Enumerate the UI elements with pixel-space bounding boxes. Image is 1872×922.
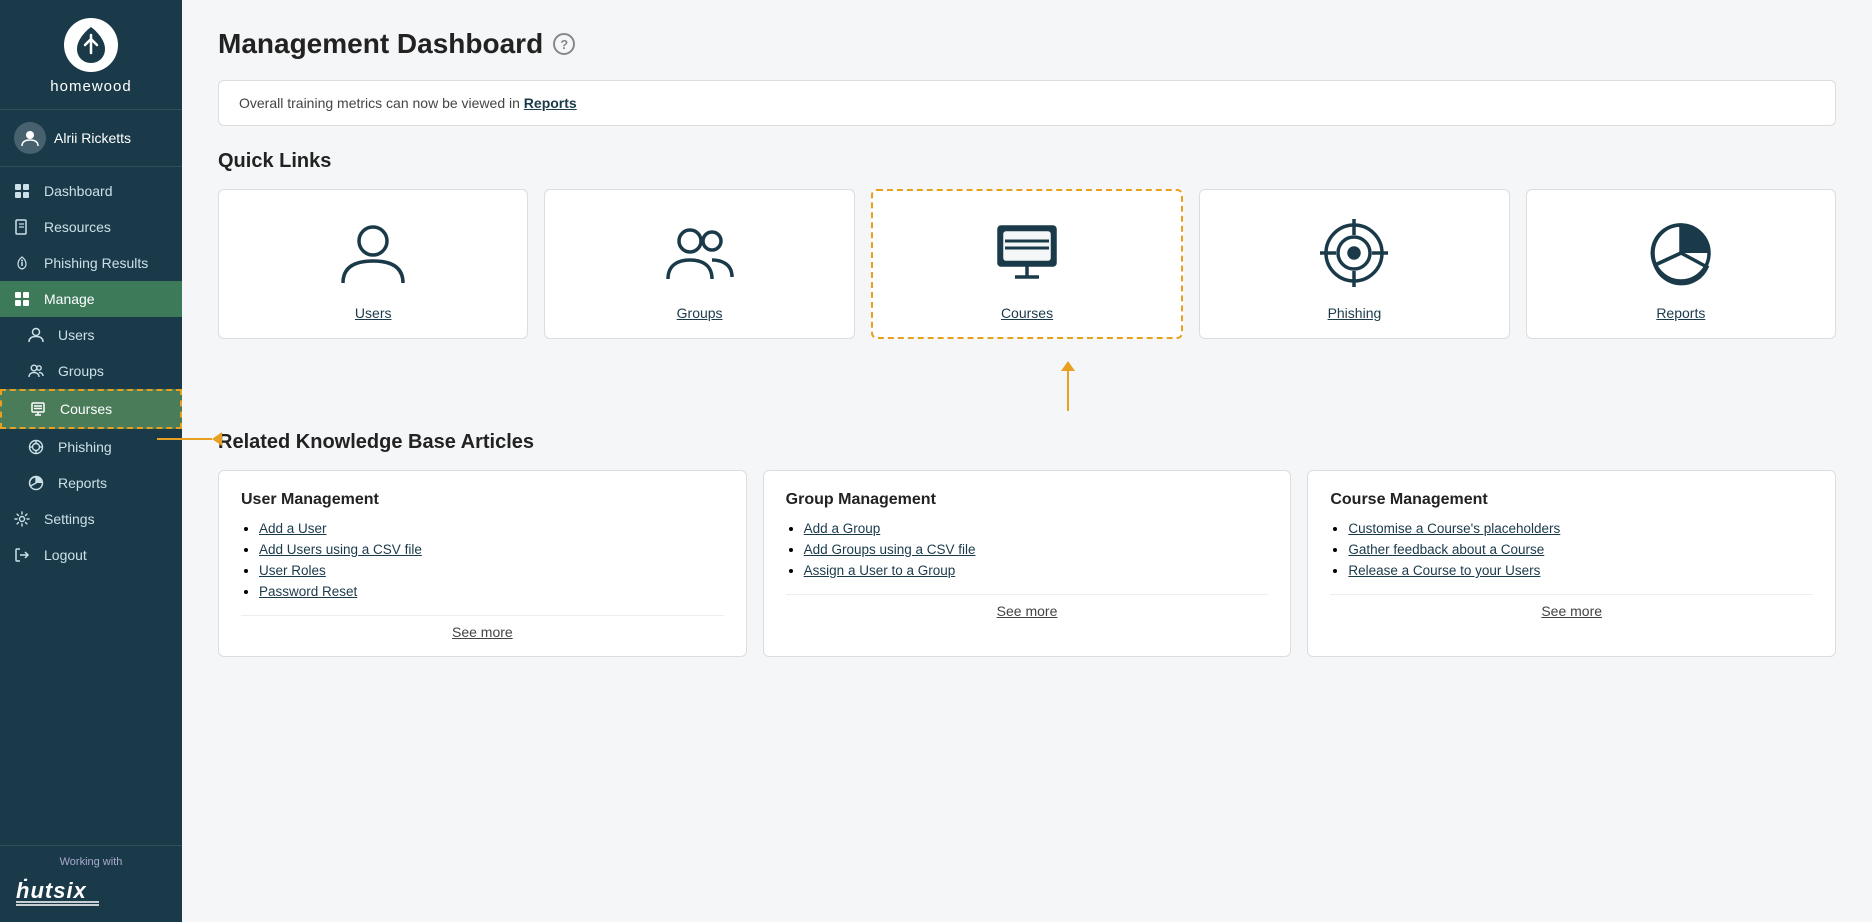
working-with-text: Working with [14,856,168,868]
quick-link-groups[interactable]: Groups [544,189,854,339]
sidebar-item-settings[interactable]: Settings [0,501,182,537]
kb-course-management-see-more[interactable]: See more [1330,594,1813,619]
kb-link-add-group[interactable]: Add a Group [804,521,881,536]
kb-course-management-title: Course Management [1330,491,1813,509]
sidebar-item-resources[interactable]: Resources [0,209,182,245]
groups-quick-icon [664,213,736,293]
grid-icon [14,183,34,199]
svg-text:ḣutsix: ḣutsix [16,878,87,903]
kb-group-management-see-more[interactable]: See more [786,594,1269,619]
logo-text: homewood [50,78,131,95]
kb-link-password-reset[interactable]: Password Reset [259,584,357,599]
quick-link-users-label: Users [355,305,392,321]
sidebar-item-users-label: Users [58,327,95,343]
kb-card-user-management: User Management Add a User Add Users usi… [218,470,747,657]
sidebar-courses-arrow [157,432,222,446]
book-icon [14,219,34,235]
kb-section-title: Related Knowledge Base Articles [218,431,1836,454]
kb-link-user-roles[interactable]: User Roles [259,563,326,578]
user-icon [28,327,48,343]
quick-links-title: Quick Links [218,150,1836,173]
sidebar-item-phishing[interactable]: Phishing [0,429,182,465]
info-banner-reports-link[interactable]: Reports [524,95,577,111]
sidebar-item-reports[interactable]: Reports [0,465,182,501]
quick-link-phishing[interactable]: Phishing [1199,189,1509,339]
manage-icon [14,291,34,307]
sidebar-item-groups[interactable]: Groups [0,353,182,389]
kb-link-add-users-csv[interactable]: Add Users using a CSV file [259,542,422,557]
sidebar-item-reports-label: Reports [58,475,107,491]
target-icon [28,439,48,455]
kb-link-assign-user-group[interactable]: Assign a User to a Group [804,563,956,578]
quick-link-phishing-label: Phishing [1328,305,1382,321]
reports-icon [28,475,48,491]
sidebar-logo: homewood [0,0,182,110]
sidebar-item-groups-label: Groups [58,363,104,379]
reports-quick-icon [1645,213,1717,293]
sidebar-item-users[interactable]: Users [0,317,182,353]
kb-card-course-management: Course Management Customise a Course's p… [1307,470,1836,657]
quick-link-reports-label: Reports [1656,305,1705,321]
sidebar-item-dashboard-label: Dashboard [44,183,113,199]
sidebar-item-courses-label: Courses [60,401,112,417]
sidebar-nav: Dashboard Resources Phishing [0,167,182,845]
sidebar-item-logout-label: Logout [44,547,87,563]
logout-icon [14,547,34,563]
partner-logo: ḣutsix [14,872,168,906]
kb-card-group-management: Group Management Add a Group Add Groups … [763,470,1292,657]
kb-group-management-title: Group Management [786,491,1269,509]
sidebar-item-phishing-results-label: Phishing Results [44,255,148,271]
courses-icon [30,401,50,417]
kb-course-management-links: Customise a Course's placeholders Gather… [1330,521,1813,578]
help-icon[interactable]: ? [553,33,575,55]
kb-link-add-user[interactable]: Add a User [259,521,327,536]
users-quick-icon [337,213,409,293]
user-avatar [14,122,46,154]
sidebar-item-logout[interactable]: Logout [0,537,182,573]
sidebar-item-phishing-results[interactable]: Phishing Results [0,245,182,281]
kb-link-release-course[interactable]: Release a Course to your Users [1348,563,1540,578]
kb-user-management-title: User Management [241,491,724,509]
phishing-results-icon [14,255,34,271]
quick-link-courses[interactable]: Courses [871,189,1183,339]
quick-link-users[interactable]: Users [218,189,528,339]
settings-icon [14,511,34,527]
kb-link-gather-feedback[interactable]: Gather feedback about a Course [1348,542,1544,557]
page-title: Management Dashboard [218,28,543,60]
sidebar-item-manage-label: Manage [44,291,95,307]
phishing-quick-icon [1318,213,1390,293]
info-banner: Overall training metrics can now be view… [218,80,1836,126]
kb-cards-container: User Management Add a User Add Users usi… [218,470,1836,657]
courses-vertical-arrow [218,371,1836,411]
sidebar-item-dashboard[interactable]: Dashboard [0,173,182,209]
page-title-row: Management Dashboard ? [218,28,1836,60]
sidebar-item-courses[interactable]: Courses [0,389,182,429]
info-banner-text: Overall training metrics can now be view… [239,95,524,111]
sidebar: homewood Alrii Ricketts Dashboard [0,0,182,922]
courses-quick-icon [991,213,1063,293]
user-name: Alrii Ricketts [54,130,131,146]
quick-links-container: Users Groups [218,189,1836,339]
kb-link-add-groups-csv[interactable]: Add Groups using a CSV file [804,542,976,557]
sidebar-item-settings-label: Settings [44,511,95,527]
sidebar-user[interactable]: Alrii Ricketts [0,110,182,167]
kb-link-customise-placeholders[interactable]: Customise a Course's placeholders [1348,521,1560,536]
main-content: Management Dashboard ? Overall training … [182,0,1872,922]
groups-icon [28,363,48,379]
kb-user-management-links: Add a User Add Users using a CSV file Us… [241,521,724,599]
sidebar-item-phishing-label: Phishing [58,439,112,455]
sidebar-item-resources-label: Resources [44,219,111,235]
kb-user-management-see-more[interactable]: See more [241,615,724,640]
sidebar-item-manage[interactable]: Manage [0,281,182,317]
kb-group-management-links: Add a Group Add Groups using a CSV file … [786,521,1269,578]
quick-link-groups-label: Groups [677,305,723,321]
quick-link-reports[interactable]: Reports [1526,189,1836,339]
quick-link-courses-label: Courses [1001,305,1053,321]
sidebar-footer: Working with ḣutsix [0,845,182,922]
logo-icon [64,18,118,72]
